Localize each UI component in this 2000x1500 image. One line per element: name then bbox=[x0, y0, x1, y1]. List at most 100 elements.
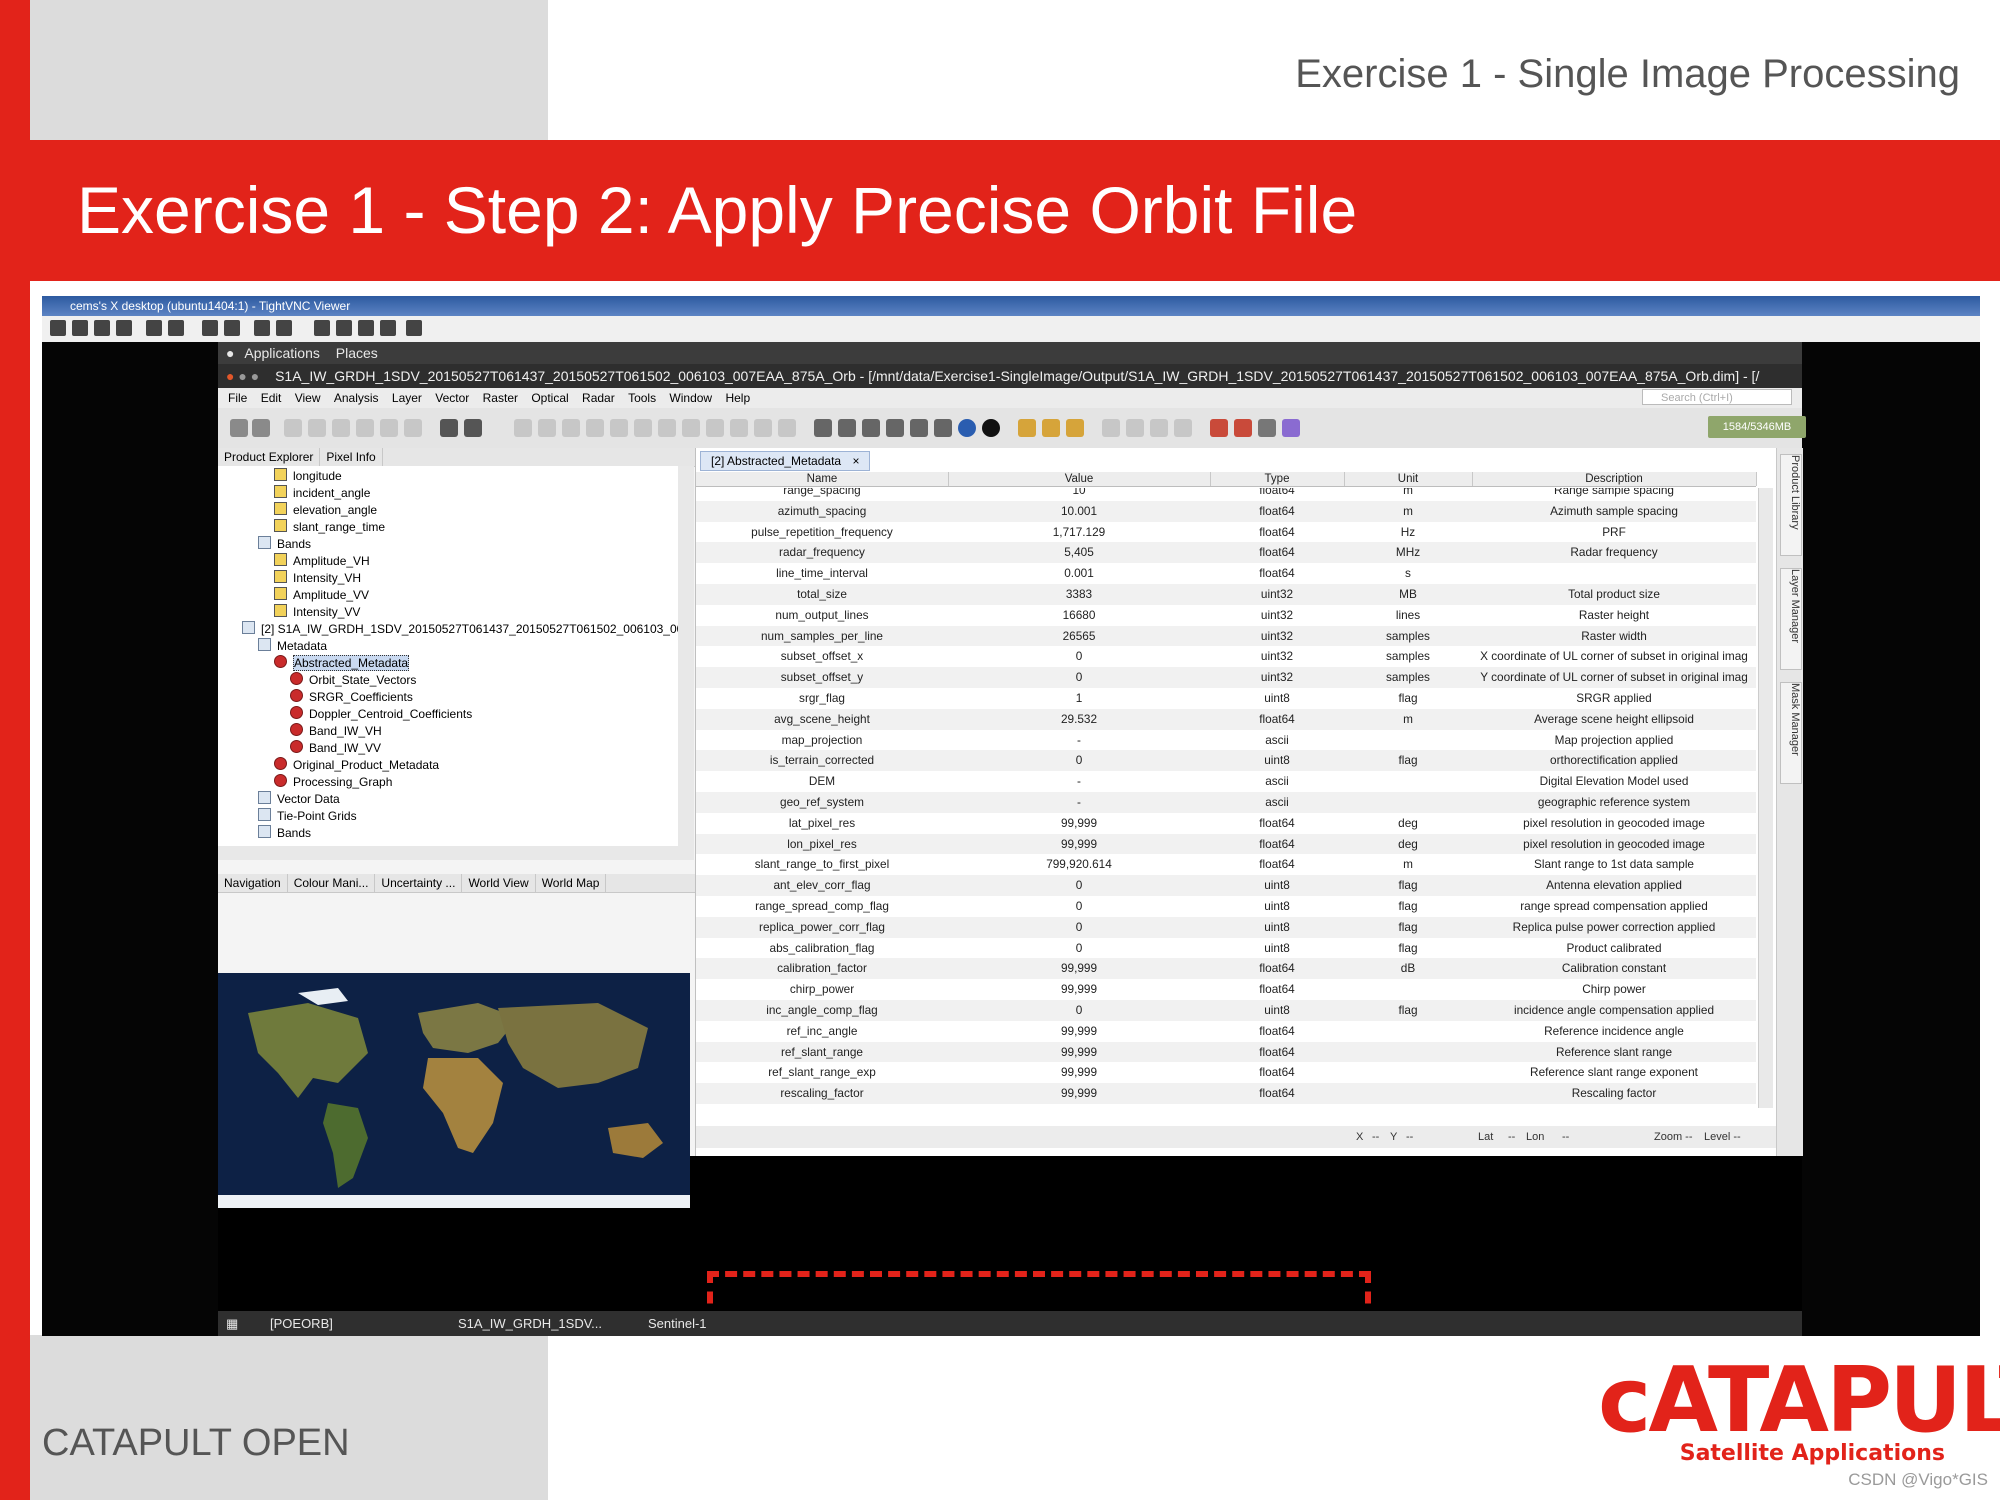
tab-product-library[interactable]: Product Library bbox=[1780, 454, 1802, 556]
tree-node[interactable]: Bands bbox=[258, 825, 311, 842]
tab-abstracted-metadata[interactable]: [2] Abstracted_Metadata × bbox=[700, 451, 871, 471]
tree-node[interactable]: Amplitude_VH bbox=[274, 553, 370, 570]
tab-navigation[interactable]: Navigation bbox=[218, 874, 288, 892]
menu-help[interactable]: Help bbox=[725, 391, 750, 405]
vnc-ctrl-icon[interactable] bbox=[254, 320, 270, 336]
taskbar-item-poeorb[interactable]: [POEORB] bbox=[270, 1311, 333, 1336]
tree-node[interactable]: Bands bbox=[258, 536, 311, 553]
vnc-zoom-out-icon[interactable] bbox=[336, 320, 352, 336]
metadata-row[interactable]: DEM - ascii Digital Elevation Model used bbox=[696, 771, 1756, 792]
metadata-row[interactable]: subset_offset_x 0 uint32 samples X coordinat… bbox=[696, 646, 1756, 667]
metadata-row[interactable]: ref_slant_range 99,999 float64 Reference sl… bbox=[696, 1041, 1756, 1063]
tile-evenly-icon[interactable] bbox=[1102, 419, 1120, 437]
column-header-description[interactable]: Description bbox=[1472, 472, 1757, 486]
metadata-row[interactable]: is_terrain_corrected 0 uint8 flag orthorecti… bbox=[696, 750, 1756, 772]
metadata-row[interactable]: total_size 3383 uint32 MB Total product size bbox=[696, 584, 1756, 605]
profile-plot-icon[interactable] bbox=[1042, 419, 1060, 437]
metadata-row[interactable]: ref_slant_range_exp 99,999 float64 Referenc… bbox=[696, 1062, 1756, 1083]
vnc-zoom-100-icon[interactable] bbox=[358, 320, 374, 336]
column-header-name[interactable]: Name bbox=[696, 472, 949, 486]
tab-world-view[interactable]: World View bbox=[462, 874, 536, 892]
menu-analysis[interactable]: Analysis bbox=[334, 391, 379, 405]
metadata-row[interactable]: calibration_factor 99,999 float64 dB Calibra… bbox=[696, 958, 1756, 980]
menu-view[interactable]: View bbox=[295, 391, 321, 405]
metadata-row[interactable]: lat_pixel_res 99,999 float64 deg pixel resol… bbox=[696, 813, 1756, 834]
tile-vertically-icon[interactable] bbox=[1150, 419, 1168, 437]
metadata-row[interactable]: lon_pixel_res 99,999 float64 deg pixel resol… bbox=[696, 833, 1756, 855]
tree-vertical-scrollbar[interactable] bbox=[678, 466, 694, 846]
menu-window[interactable]: Window bbox=[669, 391, 712, 405]
pixel-spreadsheet-icon[interactable] bbox=[1258, 419, 1276, 437]
maximize-window-icon[interactable]: ● bbox=[251, 368, 259, 384]
tree-node[interactable]: Metadata bbox=[258, 638, 327, 655]
column-header-type[interactable]: Type bbox=[1210, 472, 1345, 486]
metadata-row[interactable]: pulse_repetition_frequency 1,717.129 float… bbox=[696, 522, 1756, 543]
world-wind-icon[interactable] bbox=[814, 419, 832, 437]
metadata-row[interactable]: line_time_interval 0.001 float64 s bbox=[696, 563, 1756, 584]
geocoding-icon[interactable] bbox=[910, 419, 928, 437]
menu-raster[interactable]: Raster bbox=[483, 391, 518, 405]
tree-node[interactable]: Band_IW_VH bbox=[290, 723, 382, 740]
metadata-row[interactable]: chirp_power 99,999 float64 Chirp power bbox=[696, 979, 1756, 1000]
menu-radar[interactable]: Radar bbox=[582, 391, 615, 405]
metadata-row[interactable]: num_samples_per_line 26565 uint32 samples Ra… bbox=[696, 625, 1756, 647]
tree-horizontal-scrollbar[interactable] bbox=[218, 846, 694, 860]
tab-product-explorer[interactable]: Product Explorer bbox=[218, 448, 321, 466]
world-map-view[interactable] bbox=[218, 973, 690, 1208]
histogram-icon[interactable] bbox=[934, 419, 952, 437]
memory-indicator[interactable]: 1584/5346MB bbox=[1708, 416, 1806, 438]
range-finder-icon[interactable] bbox=[754, 419, 772, 437]
information-icon[interactable] bbox=[886, 419, 904, 437]
tree-node[interactable]: elevation_angle bbox=[274, 502, 377, 519]
sync-views-icon[interactable] bbox=[1210, 419, 1228, 437]
gcp-icon[interactable] bbox=[380, 419, 398, 437]
tree-node[interactable]: Intensity_VH bbox=[274, 570, 361, 587]
pin-tool-icon[interactable] bbox=[586, 419, 604, 437]
chart-icon[interactable] bbox=[1018, 419, 1036, 437]
taskbar-item-sentinel-1[interactable]: Sentinel-1 bbox=[648, 1311, 707, 1336]
tree-node[interactable]: Amplitude_VV bbox=[274, 587, 369, 604]
tab-pixel-info[interactable]: Pixel Info bbox=[320, 448, 383, 466]
minimize-window-icon[interactable]: ● bbox=[238, 368, 246, 384]
metadata-row[interactable]: srgr_flag 1 uint8 flag SRGR applied bbox=[696, 688, 1756, 709]
vnc-new-connection-icon[interactable] bbox=[50, 320, 66, 336]
vnc-zoom-fit-icon[interactable] bbox=[380, 320, 396, 336]
menu-edit[interactable]: Edit bbox=[261, 391, 282, 405]
metadata-row[interactable]: radar_frequency 5,405 float64 MHz Radar freq… bbox=[696, 542, 1756, 564]
metadata-row[interactable]: num_output_lines 16680 uint32 lines Raster h… bbox=[696, 605, 1756, 626]
tree-node[interactable]: Doppler_Centroid_Coefficients bbox=[290, 706, 472, 723]
metadata-row[interactable]: rescaling_factor 99,999 float64 Rescaling f… bbox=[696, 1083, 1756, 1104]
tree-node[interactable]: Vector Data bbox=[258, 791, 340, 808]
close-window-icon[interactable]: ● bbox=[226, 368, 234, 384]
vnc-ctrl-alt-del-icon[interactable] bbox=[202, 320, 218, 336]
gcp-tool-icon[interactable] bbox=[610, 419, 628, 437]
metadata-row[interactable]: azimuth_spacing 10.001 float64 m Azimuth sam… bbox=[696, 500, 1756, 522]
batch-processing-icon[interactable] bbox=[464, 419, 482, 437]
tree-node[interactable]: slant_range_time bbox=[274, 519, 385, 536]
tree-node[interactable]: Tie-Point Grids bbox=[258, 808, 357, 825]
vnc-refresh-icon[interactable] bbox=[168, 320, 184, 336]
applications-menu[interactable]: Applications bbox=[244, 345, 320, 361]
polyline-tool-icon[interactable] bbox=[658, 419, 676, 437]
tree-node[interactable]: Band_IW_VV bbox=[290, 740, 381, 757]
tab-colour-manipulation[interactable]: Colour Mani... bbox=[288, 874, 376, 892]
vnc-info-icon[interactable] bbox=[116, 320, 132, 336]
rectangle-tool-icon[interactable] bbox=[682, 419, 700, 437]
metadata-row[interactable]: slant_range_to_first_pixel 799,920.614 flo… bbox=[696, 854, 1756, 875]
3d-globe-icon[interactable] bbox=[982, 419, 1000, 437]
filter-icon[interactable] bbox=[308, 419, 326, 437]
grid-icon[interactable] bbox=[332, 419, 350, 437]
metadata-vertical-scrollbar[interactable] bbox=[1758, 488, 1773, 1108]
tab-mask-manager[interactable]: Mask Manager bbox=[1780, 682, 1802, 784]
metadata-row[interactable]: replica_power_corr_flag 0 uint8 flag Replica… bbox=[696, 916, 1756, 938]
column-header-value[interactable]: Value bbox=[948, 472, 1211, 486]
tree-node[interactable]: [2] S1A_IW_GRDH_1SDV_20150527T061437_201… bbox=[242, 621, 678, 638]
menu-tools[interactable]: Tools bbox=[628, 391, 656, 405]
save-product-icon[interactable] bbox=[252, 419, 270, 437]
plugin-icon[interactable] bbox=[1282, 419, 1300, 437]
menu-optical[interactable]: Optical bbox=[531, 391, 568, 405]
tree-node[interactable]: Original_Product_Metadata bbox=[274, 757, 439, 774]
show-desktop-icon[interactable]: ▦ bbox=[226, 1311, 238, 1336]
metadata-row[interactable]: range_spacing 10 float64 m Range sample spac… bbox=[696, 488, 1756, 501]
scatter-plot-icon[interactable] bbox=[1066, 419, 1084, 437]
